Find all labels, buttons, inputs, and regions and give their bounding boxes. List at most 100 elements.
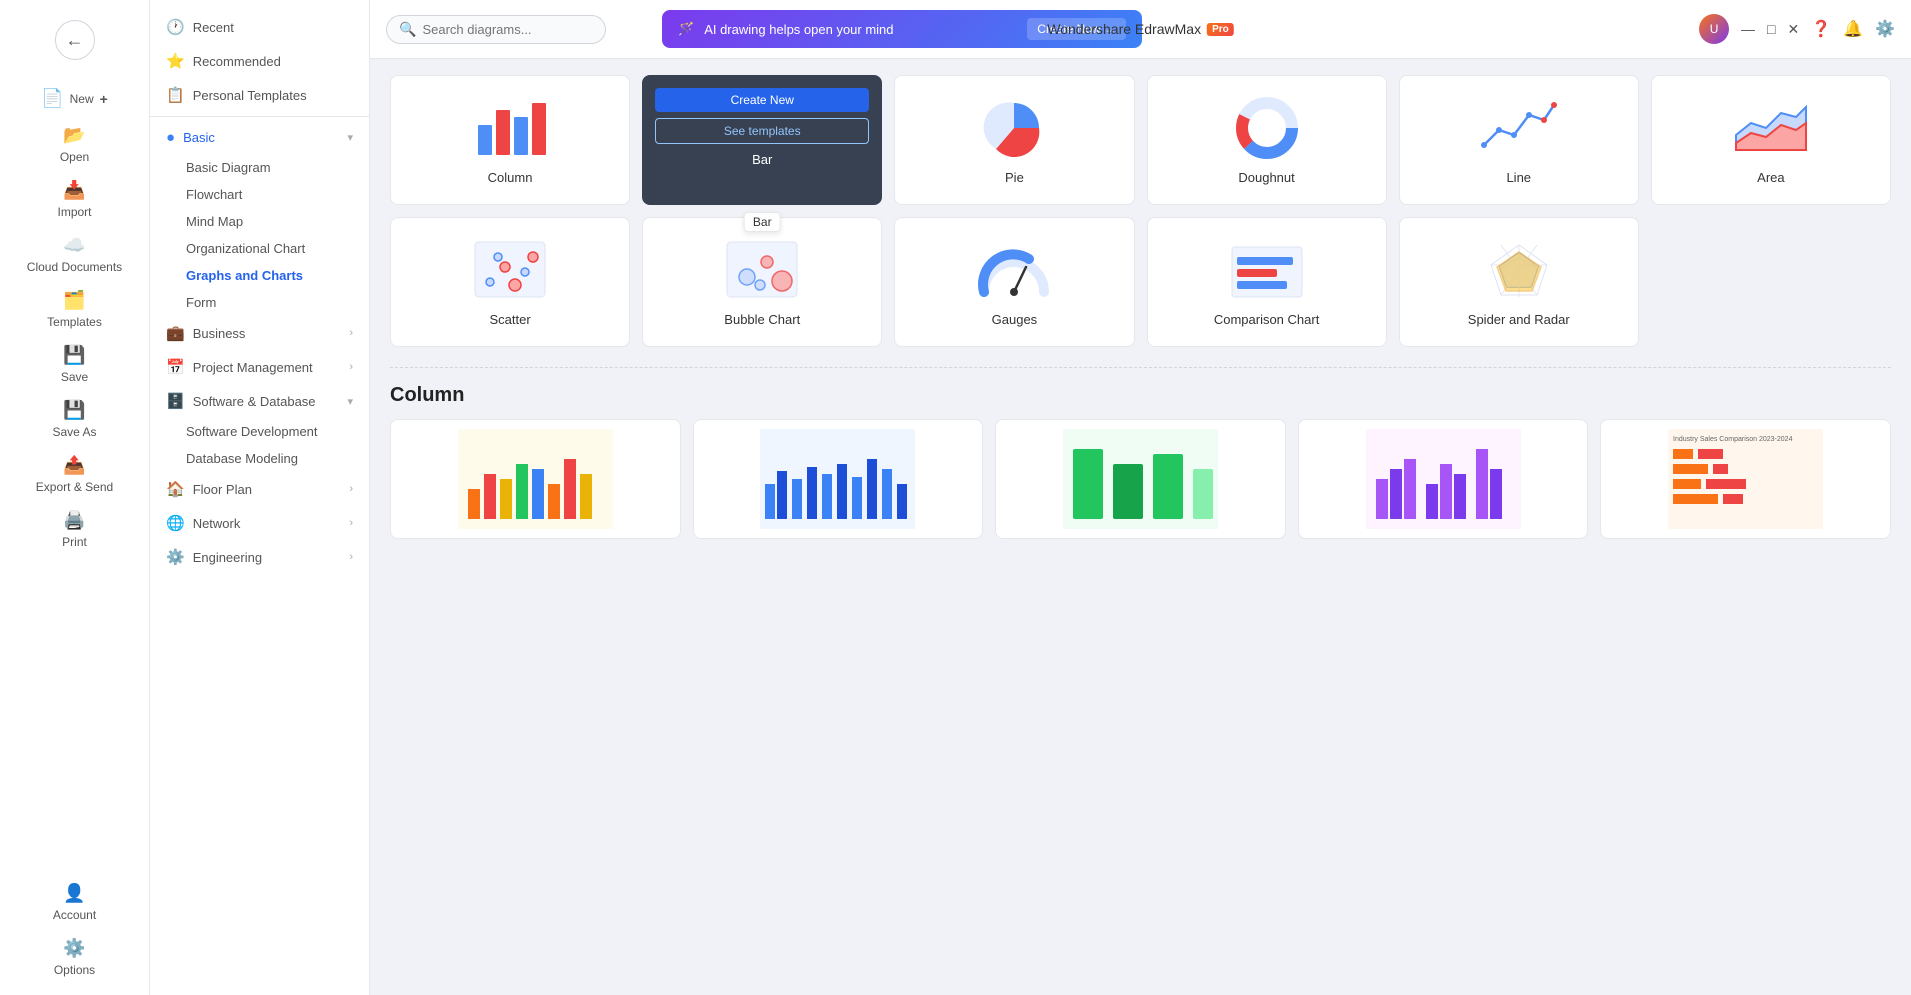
template-card-5[interactable]: Industry Sales Comparison 2023-2024	[1600, 419, 1891, 539]
sidebar-item-account[interactable]: 👤 Account	[0, 875, 149, 930]
sidebar-sub-flowchart[interactable]: Flowchart	[150, 181, 369, 208]
app-title: Wondershare EdrawMax Pro	[1047, 21, 1233, 37]
print-icon: 🖨️	[63, 510, 85, 531]
diagram-card-comparison[interactable]: Comparison Chart	[1147, 217, 1387, 347]
sidebar-sub-db-modeling[interactable]: Database Modeling	[150, 445, 369, 472]
floor-label: Floor Plan	[193, 482, 252, 497]
sidebar-item-network[interactable]: 🌐 Network ›	[150, 506, 369, 540]
sidebar-sub-form[interactable]: Form	[150, 289, 369, 316]
diagram-card-scatter[interactable]: Scatter	[390, 217, 630, 347]
sidebar-wide: 🕐 Recent ⭐ Recommended 📋 Personal Templa…	[150, 0, 370, 995]
basic-icon: ●	[166, 129, 175, 146]
diagram-card-column[interactable]: Column	[390, 75, 630, 205]
sidebar-item-export[interactable]: 📤 Export & Send	[0, 447, 149, 502]
sidebar-item-business[interactable]: 💼 Business ›	[150, 316, 369, 350]
sidebar-sub-basic-diagram[interactable]: Basic Diagram	[150, 154, 369, 181]
diagram-card-pie[interactable]: Pie	[894, 75, 1134, 205]
template-card-2[interactable]	[693, 419, 984, 539]
project-icon: 📅	[166, 358, 185, 376]
business-chevron: ›	[349, 327, 353, 339]
bar-tooltip: Bar	[744, 212, 781, 232]
avatar[interactable]: U	[1699, 14, 1729, 44]
export-label: Export & Send	[36, 480, 113, 494]
sidebar-item-project[interactable]: 📅 Project Management ›	[150, 350, 369, 384]
scatter-chart-icon	[470, 234, 550, 304]
sidebar-item-options[interactable]: ⚙️ Options	[0, 930, 149, 985]
search-icon: 🔍	[399, 21, 416, 38]
sidebar-item-cloud[interactable]: ☁️ Cloud Documents	[0, 227, 149, 282]
cloud-label: Cloud Documents	[27, 260, 122, 274]
diagram-card-bubble[interactable]: Bubble Chart	[642, 217, 882, 347]
see-templates-button[interactable]: See templates	[655, 118, 869, 144]
floor-chevron: ›	[349, 483, 353, 495]
basic-label: Basic	[183, 130, 215, 145]
project-chevron: ›	[349, 361, 353, 373]
software-icon: 🗄️	[166, 392, 185, 410]
diagram-card-area[interactable]: Area	[1651, 75, 1891, 205]
sidebar-sub-orgchart[interactable]: Organizational Chart	[150, 235, 369, 262]
sidebar-item-recent[interactable]: 🕐 Recent	[150, 10, 369, 44]
sidebar-item-new[interactable]: 📄 New +	[0, 80, 149, 117]
scatter-label: Scatter	[489, 312, 530, 327]
software-label: Software & Database	[193, 394, 316, 409]
sidebar-item-software[interactable]: 🗄️ Software & Database ▾	[150, 384, 369, 418]
plus-icon: +	[100, 91, 108, 107]
help-icon[interactable]: ❓	[1811, 19, 1831, 39]
create-new-button[interactable]: Create New	[655, 88, 869, 112]
template-img-2	[694, 420, 983, 538]
template-card-1[interactable]	[390, 419, 681, 539]
diagram-card-doughnut[interactable]: Doughnut	[1147, 75, 1387, 205]
sidebar-sub-software-dev[interactable]: Software Development	[150, 418, 369, 445]
sidebar-item-import[interactable]: 📥 Import	[0, 172, 149, 227]
main-content: 🔍 Wondershare EdrawMax Pro 🪄 AI drawing …	[370, 0, 1911, 995]
sidebar-sub-graphs[interactable]: Graphs and Charts	[150, 262, 369, 289]
sidebar-bottom: 👤 Account ⚙️ Options	[0, 875, 149, 985]
export-icon: 📤	[63, 455, 85, 476]
back-button[interactable]: ←	[55, 20, 95, 60]
pro-badge: Pro	[1207, 23, 1234, 36]
ai-icon: 🪄	[678, 21, 694, 37]
diagram-card-spider[interactable]: Spider and Radar	[1399, 217, 1639, 347]
recommended-label: Recommended	[193, 54, 281, 69]
template-img-3	[996, 420, 1285, 538]
sidebar-item-saveas[interactable]: 💾 Save As	[0, 392, 149, 447]
section-title: Column	[390, 384, 1891, 407]
sidebar-item-print[interactable]: 🖨️ Print	[0, 502, 149, 557]
software-chevron: ▾	[347, 395, 353, 408]
recent-icon: 🕐	[166, 18, 185, 36]
personal-icon: 📋	[166, 86, 185, 104]
app-name: Wondershare EdrawMax	[1047, 21, 1201, 37]
area-label: Area	[1757, 170, 1784, 185]
sidebar-item-floor[interactable]: 🏠 Floor Plan ›	[150, 472, 369, 506]
sidebar-sub-mindmap[interactable]: Mind Map	[150, 208, 369, 235]
doughnut-chart-icon	[1227, 92, 1307, 162]
sidebar-item-templates[interactable]: 🗂️ Templates	[0, 282, 149, 337]
gauges-chart-icon	[974, 234, 1054, 304]
sidebar-item-personal[interactable]: 📋 Personal Templates	[150, 78, 369, 112]
search-input[interactable]	[422, 22, 593, 37]
template-card-3[interactable]	[995, 419, 1286, 539]
doughnut-label: Doughnut	[1238, 170, 1294, 185]
minimize-button[interactable]: —	[1741, 21, 1755, 37]
diagram-card-bar[interactable]: Create New See templates Bar Bar	[642, 75, 882, 205]
sidebar-item-engineering[interactable]: ⚙️ Engineering ›	[150, 540, 369, 574]
sidebar-item-open[interactable]: 📂 Open	[0, 117, 149, 172]
search-box[interactable]: 🔍	[386, 15, 606, 44]
notification-icon[interactable]: 🔔	[1843, 19, 1863, 39]
floor-icon: 🏠	[166, 480, 185, 498]
diagram-card-line[interactable]: Line	[1399, 75, 1639, 205]
diagram-grid: Column Create New See templates Bar Bar	[390, 75, 1891, 347]
save-label: Save	[61, 370, 88, 384]
close-button[interactable]: ✕	[1788, 21, 1800, 38]
sidebar-item-recommended[interactable]: ⭐ Recommended	[150, 44, 369, 78]
sidebar-item-save[interactable]: 💾 Save	[0, 337, 149, 392]
template-img-5: Industry Sales Comparison 2023-2024	[1601, 420, 1890, 538]
maximize-button[interactable]: □	[1767, 21, 1775, 37]
template-card-4[interactable]	[1298, 419, 1589, 539]
diagram-card-gauges[interactable]: Gauges	[894, 217, 1134, 347]
print-label: Print	[62, 535, 87, 549]
sidebar-item-basic[interactable]: ● Basic ▾	[150, 121, 369, 154]
import-icon: 📥	[63, 180, 85, 201]
personal-label: Personal Templates	[193, 88, 307, 103]
settings-icon[interactable]: ⚙️	[1875, 19, 1895, 39]
